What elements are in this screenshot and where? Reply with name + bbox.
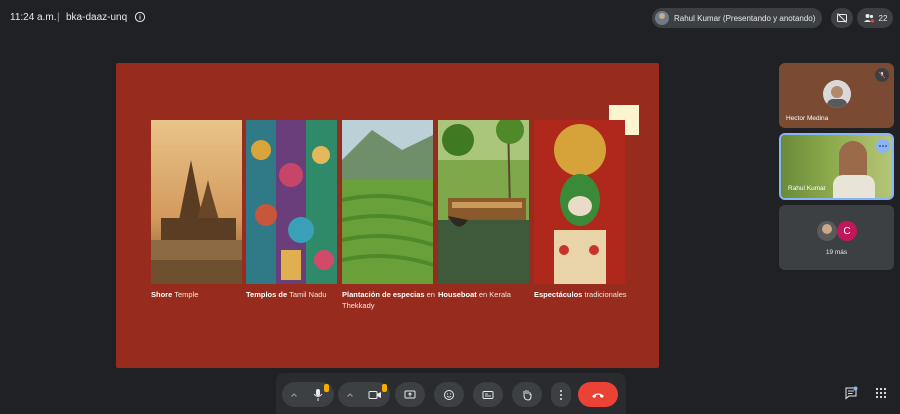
chat-icon — [845, 386, 858, 400]
mic-icon[interactable] — [312, 388, 324, 402]
emoji-icon — [444, 389, 454, 400]
participant-tile-others[interactable]: C 19 más — [779, 205, 894, 270]
meeting-code: bka-daaz-unq — [66, 12, 128, 23]
camera-options-chevron-icon[interactable] — [346, 391, 354, 399]
photo-houseboat — [438, 120, 529, 284]
avatar-initial: C — [837, 221, 857, 241]
people-icon — [863, 14, 874, 23]
control-bar — [276, 373, 626, 414]
caption-traditional-shows: Espectáculos tradicionales — [534, 290, 627, 299]
participant-tile-hector[interactable]: Hector Medina — [779, 63, 894, 128]
raise-hand-button[interactable] — [512, 382, 542, 407]
participant-name: Rahul Kumar — [788, 185, 826, 192]
presenter-avatar — [655, 11, 669, 25]
hangup-icon — [592, 393, 604, 398]
mic-options-chevron-icon[interactable] — [290, 391, 298, 399]
stop-presenting-button[interactable] — [831, 8, 853, 28]
apps-grid-icon — [875, 387, 887, 399]
hangup-button[interactable] — [578, 382, 618, 407]
caption-spice-plantation: Plantación de especias en Thekkady — [342, 290, 435, 310]
present-off-icon — [837, 13, 847, 23]
chat-button[interactable] — [840, 382, 862, 404]
camera-warning-badge — [382, 384, 387, 392]
present-button[interactable] — [395, 382, 425, 407]
clock-time: 11:24 a.m. — [10, 12, 57, 23]
presenter-chip[interactable]: Rahul Kumar (Presentando y anotando) — [652, 8, 822, 28]
people-button[interactable]: 22 — [857, 8, 893, 28]
separator: | — [57, 12, 60, 23]
caption-shore-temple: Shore Temple — [151, 290, 199, 299]
mic-off-icon — [875, 68, 889, 82]
people-count: 22 — [878, 13, 888, 23]
caption-houseboat: Houseboat en Kerala — [438, 290, 511, 299]
more-vert-icon — [560, 389, 562, 400]
shared-slide: Shore Temple Templos de Tamil Nadu Plant… — [116, 63, 659, 368]
apps-button[interactable] — [870, 382, 892, 404]
camera-icon[interactable] — [368, 389, 382, 401]
participant-tile-rahul[interactable]: Rahul Kumar — [779, 133, 894, 200]
raise-hand-icon — [523, 390, 532, 401]
present-screen-icon — [404, 390, 416, 398]
more-options-icon[interactable] — [876, 139, 890, 153]
captions-button[interactable] — [473, 382, 503, 407]
presenter-label: Rahul Kumar (Presentando y anotando) — [674, 13, 816, 23]
others-count: 19 más — [825, 249, 848, 256]
photo-kathakali — [534, 120, 625, 284]
reactions-button[interactable] — [434, 382, 464, 407]
photo-spice-plantation — [342, 120, 433, 284]
camera-group — [338, 382, 390, 407]
photo-temple-sculptures — [246, 120, 337, 284]
info-icon[interactable] — [134, 11, 146, 23]
captions-icon — [482, 390, 494, 399]
photo-shore-temple — [151, 120, 242, 284]
top-bar: 11:24 a.m. | bka-daaz-unq Rahul Kumar (P… — [0, 0, 900, 36]
participant-name: Hector Medina — [786, 115, 829, 122]
more-options-button[interactable] — [551, 382, 571, 407]
caption-temples: Templos de Tamil Nadu — [246, 290, 327, 299]
mic-warning-badge — [324, 384, 329, 392]
mic-group — [282, 382, 334, 407]
avatar-other — [817, 221, 837, 241]
avatar-hector — [823, 80, 851, 108]
